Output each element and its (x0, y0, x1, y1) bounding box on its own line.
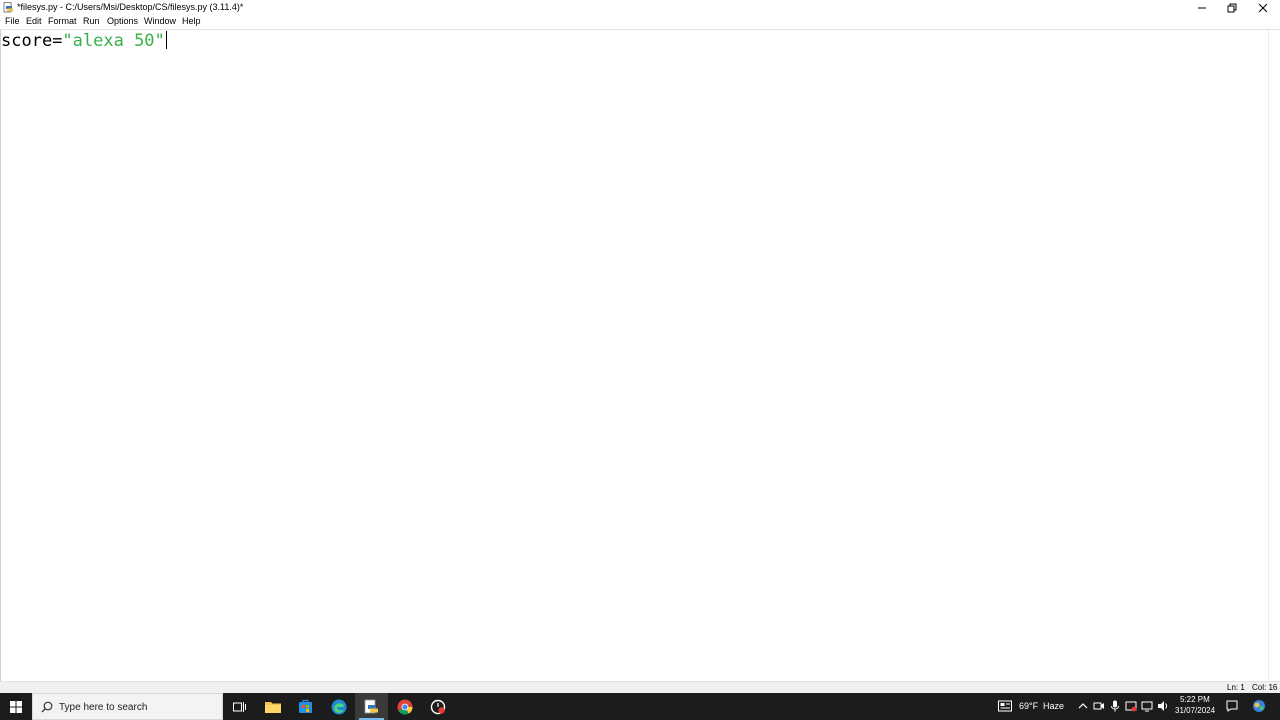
network-icon[interactable] (1141, 700, 1153, 712)
menu-bar: File Edit Format Run Options Window Help (0, 15, 1280, 29)
windows-logo-icon (10, 700, 22, 713)
python-file-icon (3, 2, 13, 13)
idle-button[interactable] (355, 693, 388, 720)
store-button[interactable] (289, 693, 322, 720)
edge-button[interactable] (322, 693, 355, 720)
menu-file[interactable]: File (5, 16, 20, 26)
chevron-up-icon[interactable] (1077, 700, 1089, 712)
idle-icon (364, 699, 378, 713)
weather-temperature[interactable]: 69°F (1019, 701, 1038, 711)
maximize-button[interactable] (1217, 0, 1247, 15)
start-button[interactable] (0, 693, 32, 720)
menu-run[interactable]: Run (83, 16, 100, 26)
menu-options[interactable]: Options (107, 16, 138, 26)
chrome-button[interactable] (388, 693, 421, 720)
menu-window[interactable]: Window (144, 16, 176, 26)
recorder-button[interactable] (421, 693, 454, 720)
recorder-icon (430, 699, 445, 714)
search-icon (41, 701, 53, 713)
task-view-button[interactable] (223, 693, 256, 720)
news-widget-icon[interactable] (998, 700, 1012, 712)
security-icon[interactable] (1125, 700, 1137, 712)
menu-format[interactable]: Format (48, 16, 77, 26)
copilot-icon[interactable] (1252, 699, 1266, 713)
store-icon (299, 699, 312, 713)
notification-icon[interactable] (1226, 700, 1238, 712)
status-column-number: Col: 16 (1252, 683, 1278, 692)
clock-time[interactable]: 5:22 PM (1180, 695, 1210, 704)
microphone-icon[interactable] (1109, 700, 1121, 712)
status-line-number: Ln: 1 (1227, 683, 1245, 692)
text-caret (165, 31, 167, 49)
code-line[interactable]: score="alexa 50" (1, 31, 167, 51)
taskbar-search-box[interactable]: Type here to search (32, 693, 223, 720)
weather-description[interactable]: Haze (1043, 701, 1064, 711)
code-editor[interactable]: score="alexa 50" (0, 30, 1269, 681)
close-button[interactable] (1248, 0, 1278, 15)
search-placeholder: Type here to search (59, 702, 148, 713)
edge-icon (331, 699, 346, 714)
code-token-identifier: score= (1, 31, 63, 51)
volume-icon[interactable] (1157, 700, 1169, 712)
maximize-icon (1227, 3, 1237, 12)
taskbar: Type here to search 69°F Haze 5:22 PM 31… (0, 693, 1280, 720)
close-icon (1258, 3, 1268, 12)
title-bar: *filesys.py - C:/Users/Msi/Desktop/CS/fi… (0, 0, 1280, 15)
window-title: *filesys.py - C:/Users/Msi/Desktop/CS/fi… (17, 2, 244, 12)
meet-now-icon[interactable] (1093, 700, 1105, 712)
clock-date[interactable]: 31/07/2024 (1175, 706, 1215, 715)
menu-edit[interactable]: Edit (26, 16, 42, 26)
file-explorer-button[interactable] (256, 693, 289, 720)
task-view-icon (233, 701, 246, 712)
code-token-string: "alexa 50" (62, 31, 165, 51)
minimize-icon (1198, 7, 1206, 8)
chrome-icon (397, 699, 413, 715)
minimize-button[interactable] (1187, 0, 1217, 15)
menu-help[interactable]: Help (182, 16, 201, 26)
file-explorer-icon (264, 702, 281, 713)
vertical-scrollbar[interactable] (1268, 30, 1280, 681)
